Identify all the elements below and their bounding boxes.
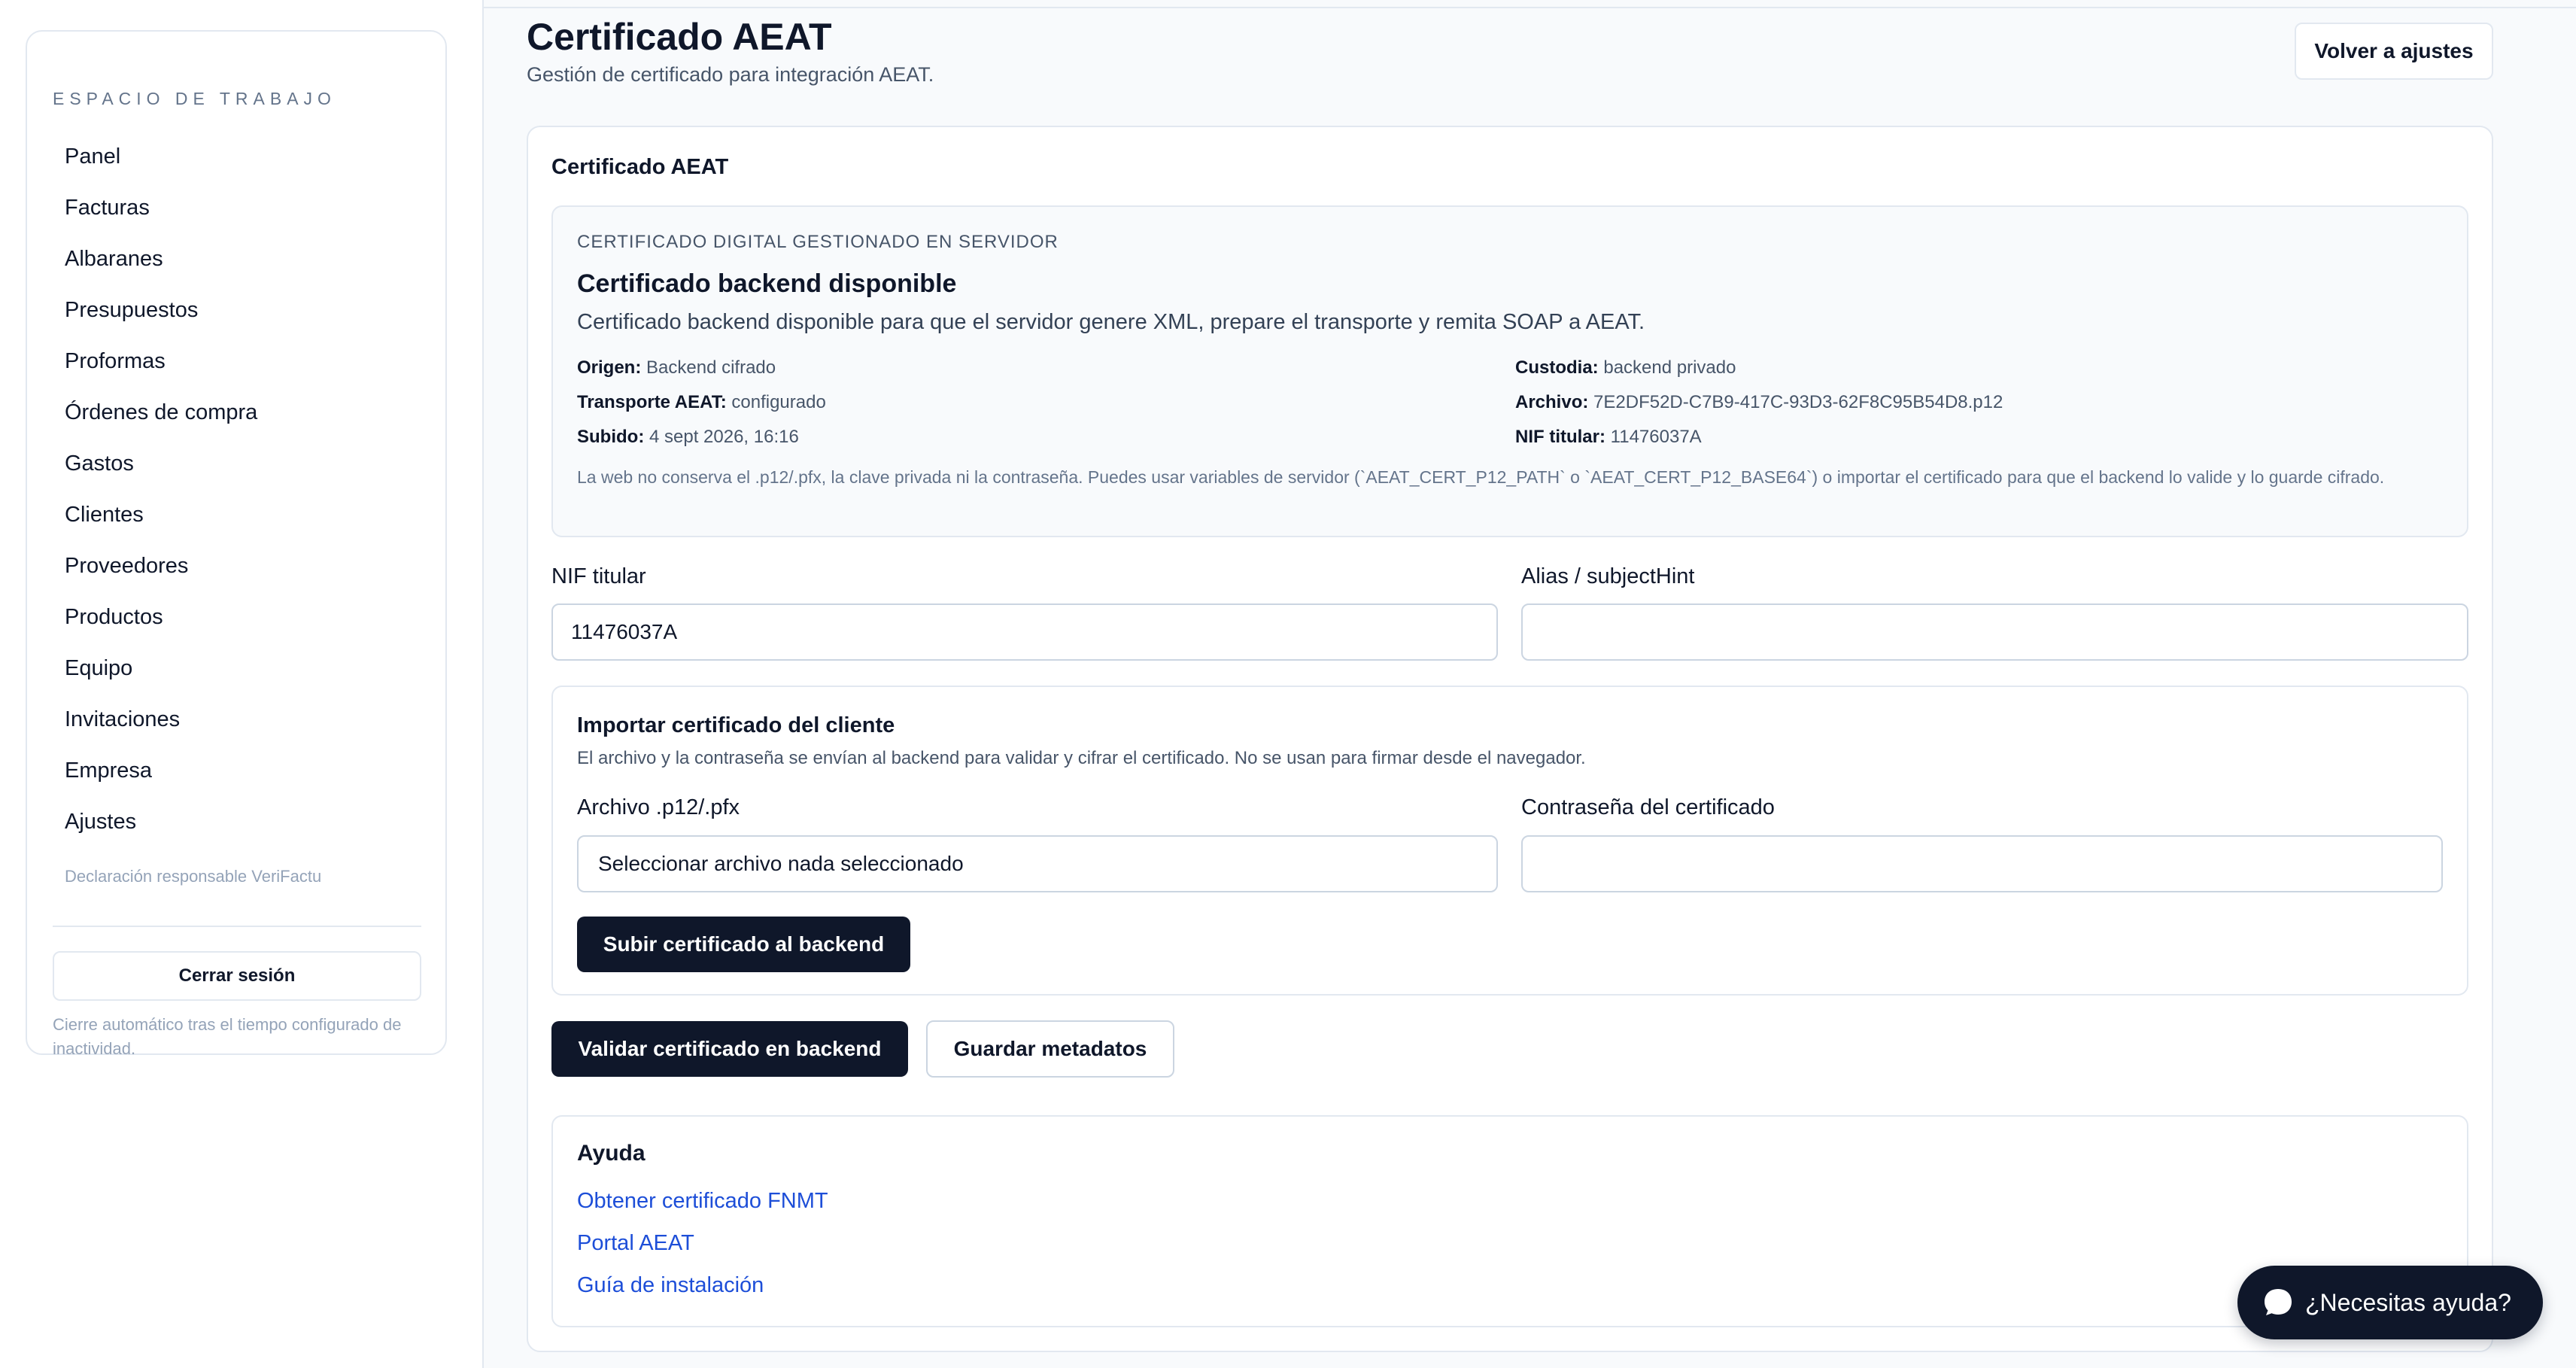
sidebar-card: ESPACIO DE TRABAJO Panel Facturas Albara… — [26, 30, 447, 1058]
meta-archivo-value: 7E2DF52D-C7B9-417C-93D3-62F8C95B54D8.p12 — [1593, 392, 2003, 412]
meta-nif: NIF titular: 11476037A — [1515, 427, 1702, 448]
nif-field-label: NIF titular — [551, 564, 646, 588]
import-description: El archivo y la contraseña se envían al … — [577, 748, 1586, 768]
meta-custodia: Custodia: backend privado — [1515, 357, 1736, 378]
meta-subido-label: Subido: — [577, 427, 645, 447]
password-field-label: Contraseña del certificado — [1521, 795, 1775, 819]
sidebar-item-ordenes-de-compra[interactable]: Órdenes de compra — [65, 391, 411, 433]
sidebar-item-albaranes[interactable]: Albaranes — [65, 238, 411, 280]
privacy-note: La web no conserva el .p12/.pfx, la clav… — [577, 467, 2385, 487]
sidebar-item-presupuestos[interactable]: Presupuestos — [65, 289, 411, 331]
meta-transporte-label: Transporte AEAT: — [577, 392, 727, 412]
sidebar-item-ajustes[interactable]: Ajustes — [65, 801, 411, 843]
validate-certificate-button[interactable]: Validar certificado en backend — [551, 1021, 908, 1077]
import-title: Importar certificado del cliente — [577, 713, 895, 737]
alias-field[interactable] — [1521, 603, 2468, 661]
chat-bubble-icon — [2265, 1289, 2292, 1315]
certificate-password-field[interactable] — [1521, 835, 2443, 892]
meta-origen: Origen: Backend cifrado — [577, 357, 776, 378]
page-title: Certificado AEAT — [527, 16, 832, 58]
logout-button[interactable]: Cerrar sesión — [53, 951, 421, 1001]
meta-custodia-value: backend privado — [1603, 357, 1736, 378]
sidebar-item-productos[interactable]: Productos — [65, 596, 411, 638]
meta-origen-value: Backend cifrado — [646, 357, 776, 378]
card-heading: Certificado AEAT — [551, 155, 729, 179]
sidebar-item-facturas[interactable]: Facturas — [65, 187, 411, 229]
upload-certificate-button[interactable]: Subir certificado al backend — [577, 917, 910, 972]
meta-subido-value: 4 sept 2026, 16:16 — [649, 427, 799, 447]
meta-transporte-value: configurado — [731, 392, 826, 412]
sidebar-item-empresa[interactable]: Empresa — [65, 749, 411, 792]
sidebar-item-equipo[interactable]: Equipo — [65, 647, 411, 689]
page-subtitle: Gestión de certificado para integración … — [527, 63, 934, 86]
workspace-title: ESPACIO DE TRABAJO — [53, 89, 336, 108]
logout-footnote: Cierre automático tras el tiempo configu… — [53, 1015, 402, 1058]
help-link-install-guide[interactable]: Guía de instalación — [577, 1273, 764, 1298]
sidebar-item-verifactu[interactable]: Declaración responsable VeriFactu — [65, 867, 321, 886]
meta-archivo: Archivo: 7E2DF52D-C7B9-417C-93D3-62F8C95… — [1515, 392, 2003, 413]
app-root: ESPACIO DE TRABAJO Panel Facturas Albara… — [0, 0, 2576, 1368]
help-title: Ayuda — [577, 1141, 646, 1166]
status-description: Certificado backend disponible para que … — [577, 310, 1645, 334]
help-chat-button[interactable]: ¿Necesitas ayuda? — [2237, 1266, 2543, 1339]
sidebar-item-proformas[interactable]: Proformas — [65, 340, 411, 382]
meta-transporte: Transporte AEAT: configurado — [577, 392, 826, 413]
save-metadata-button[interactable]: Guardar metadatos — [926, 1020, 1174, 1078]
sidebar-item-clientes[interactable]: Clientes — [65, 494, 411, 536]
meta-nif-label: NIF titular: — [1515, 427, 1605, 447]
sidebar-item-panel[interactable]: Panel — [65, 135, 411, 178]
meta-archivo-label: Archivo: — [1515, 392, 1589, 412]
meta-custodia-label: Custodia: — [1515, 357, 1599, 378]
alias-field-label: Alias / subjectHint — [1521, 564, 1695, 588]
help-link-fnmt[interactable]: Obtener certificado FNMT — [577, 1189, 828, 1214]
meta-subido: Subido: 4 sept 2026, 16:16 — [577, 427, 799, 448]
meta-nif-value: 11476037A — [1610, 427, 1702, 447]
sidebar-item-invitaciones[interactable]: Invitaciones — [65, 698, 411, 740]
nif-field[interactable] — [551, 603, 1498, 661]
sidebar-column: ESPACIO DE TRABAJO Panel Facturas Albara… — [0, 0, 484, 1368]
meta-origen-label: Origen: — [577, 357, 642, 378]
sidebar-item-proveedores[interactable]: Proveedores — [65, 545, 411, 587]
help-panel — [551, 1115, 2468, 1327]
chat-label: ¿Necesitas ayuda? — [2305, 1289, 2511, 1316]
status-kicker: CERTIFICADO DIGITAL GESTIONADO EN SERVID… — [577, 232, 1059, 252]
status-title: Certificado backend disponible — [577, 269, 957, 298]
file-field-label: Archivo .p12/.pfx — [577, 795, 740, 819]
sidebar-divider — [53, 926, 421, 927]
help-link-portal-aeat[interactable]: Portal AEAT — [577, 1231, 694, 1256]
top-divider — [484, 7, 2576, 8]
sidebar-item-gastos[interactable]: Gastos — [65, 442, 411, 485]
back-to-settings-button[interactable]: Volver a ajustes — [2295, 23, 2493, 80]
certificate-file-input[interactable]: Seleccionar archivo nada seleccionado — [577, 835, 1498, 892]
